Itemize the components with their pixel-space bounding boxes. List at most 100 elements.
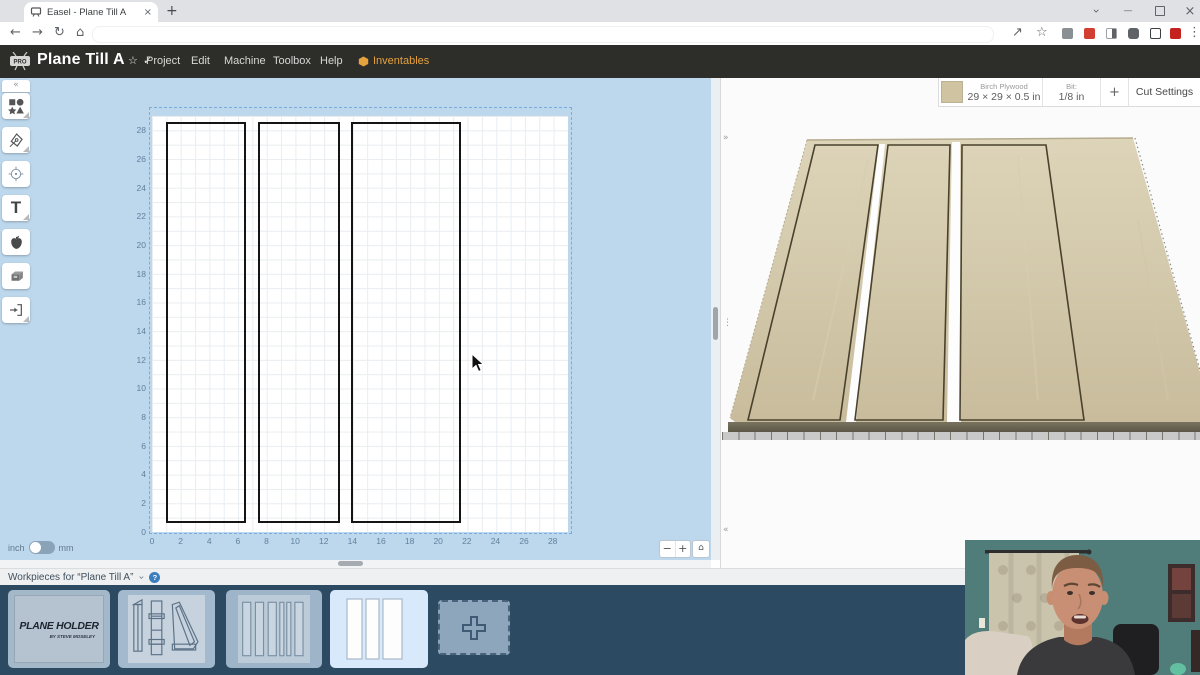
design-rectangle[interactable]: [166, 122, 246, 523]
workpieces-label: Workpieces for “Plane Till A”: [8, 572, 133, 583]
x-tick-label: 6: [230, 536, 246, 546]
x-tick-label: 14: [344, 536, 360, 546]
material-info-button[interactable]: Birch Plywood 29 × 29 × 0.5 in: [939, 78, 1043, 106]
y-tick-label: 2: [128, 498, 146, 508]
text-tool-button[interactable]: T: [2, 195, 30, 221]
extension-icon[interactable]: [1084, 28, 1095, 39]
rectangles-thumbnail: [330, 590, 428, 668]
cover-title: PLANE HOLDER: [19, 620, 98, 632]
apple-icon: [8, 234, 25, 251]
curtain-rod: [985, 550, 1087, 554]
webcam-overlay: [965, 540, 1200, 675]
material-tool-button[interactable]: [2, 263, 30, 289]
x-tick-label: 10: [287, 536, 303, 546]
pen-nib-icon: [8, 132, 24, 148]
workpiece-tile-drawing[interactable]: [118, 590, 215, 668]
window-minimize-icon[interactable]: —: [1114, 0, 1142, 22]
y-tick-label: 8: [128, 412, 146, 422]
bit-button[interactable]: Bit: 1/8 in: [1043, 78, 1101, 106]
zoom-in-button[interactable]: +: [676, 541, 691, 557]
shapes-icon: [7, 97, 25, 115]
shapes-tool-button[interactable]: [2, 93, 30, 119]
window-close-icon[interactable]: ×: [1176, 0, 1200, 22]
add-workpiece-button[interactable]: [438, 600, 510, 655]
plywood-board: [730, 138, 1200, 422]
x-tick-label: 8: [258, 536, 274, 546]
material-settings-bar: Birch Plywood 29 × 29 × 0.5 in Bit: 1/8 …: [938, 78, 1200, 107]
workpiece-tile-current[interactable]: [330, 590, 428, 668]
horizontal-scrollbar[interactable]: [0, 560, 711, 568]
y-tick-label: 14: [128, 326, 146, 336]
y-tick-label: 26: [128, 154, 146, 164]
design-rectangle[interactable]: [258, 122, 340, 523]
easel-app-window: Easel - Plane Till A × + › — × ← → ↻ ⌂ ↗…: [0, 0, 1200, 675]
y-tick-label: 28: [128, 125, 146, 135]
extension-icon[interactable]: [1106, 28, 1117, 39]
preview-3d-board[interactable]: [718, 100, 1200, 422]
material-name: Birch Plywood: [968, 82, 1041, 91]
horizontal-scrollbar-thumb[interactable]: [338, 561, 363, 566]
zoom-controls: − +: [659, 540, 691, 558]
y-tick-label: 4: [128, 469, 146, 479]
puzzle-extension-icon[interactable]: [1128, 28, 1139, 39]
y-tick-label: 16: [128, 297, 146, 307]
x-tick-label: 24: [487, 536, 503, 546]
material-dimensions: 29 × 29 × 0.5 in: [968, 91, 1041, 103]
workpiece-tile-cover[interactable]: PLANE HOLDER BY STEVE MOSELEY: [8, 590, 110, 668]
workpieces-chevron-icon[interactable]: ›: [136, 575, 147, 579]
wall-outlet: [979, 618, 985, 628]
crosshair-icon: [8, 166, 24, 182]
x-tick-label: 26: [516, 536, 532, 546]
y-tick-label: 22: [128, 211, 146, 221]
design-rectangle[interactable]: [351, 122, 461, 523]
x-tick-label: 4: [201, 536, 217, 546]
unit-inch-label: inch: [8, 543, 25, 553]
picture-frame: [1191, 630, 1200, 672]
y-tick-label: 12: [128, 355, 146, 365]
cube-icon: [8, 268, 25, 285]
extension-icon[interactable]: [1150, 28, 1161, 39]
x-tick-label: 2: [173, 536, 189, 546]
extension-icon[interactable]: [1062, 28, 1073, 39]
webcam-feed: [965, 540, 1200, 675]
import-icon: [8, 302, 24, 318]
bookmark-star-icon[interactable]: ☆: [1036, 25, 1048, 40]
y-tick-label: 0: [128, 527, 146, 537]
y-tick-label: 20: [128, 240, 146, 250]
x-tick-label: 20: [430, 536, 446, 546]
share-icon[interactable]: ↗: [1012, 25, 1023, 40]
y-tick-label: 18: [128, 269, 146, 279]
design-canvas[interactable]: 0246810121416182022242628 02468101214161…: [0, 78, 711, 560]
material-swatch: [941, 81, 963, 103]
unit-toggle-switch[interactable]: [29, 541, 55, 554]
y-tick-label: 6: [128, 441, 146, 451]
unit-toggle[interactable]: inch mm: [8, 541, 74, 554]
assembly-drawing-thumbnail: [128, 595, 205, 663]
browser-menu-icon[interactable]: ⋮: [1188, 25, 1200, 40]
pen-tool-button[interactable]: [2, 127, 30, 153]
drill-point-tool-button[interactable]: [2, 161, 30, 187]
y-tick-label: 24: [128, 183, 146, 193]
plus-icon: [461, 615, 487, 641]
strips-thumbnail: [238, 595, 310, 663]
preview-bottom-ruler: [722, 432, 1200, 440]
window-menu-icon[interactable]: ›: [1082, 0, 1110, 22]
x-tick-label: 0: [144, 536, 160, 546]
window-restore-icon[interactable]: [1146, 0, 1174, 22]
help-icon[interactable]: ?: [149, 572, 160, 583]
add-bit-button[interactable]: +: [1101, 78, 1129, 106]
zoom-home-button[interactable]: ⌂: [692, 540, 710, 558]
mouse-cursor: [471, 353, 485, 373]
workpiece-tile-strips[interactable]: [226, 590, 322, 668]
collapse-panel-icon[interactable]: «: [723, 525, 729, 535]
y-axis-ruler: 0246810121416182022242628: [128, 0, 146, 560]
x-tick-label: 12: [316, 536, 332, 546]
extension-icon[interactable]: [1170, 28, 1181, 39]
cut-settings-button[interactable]: Cut Settings: [1129, 78, 1200, 106]
vase: [1170, 663, 1186, 675]
collapse-toolbar-icon[interactable]: «: [2, 80, 30, 92]
zoom-out-button[interactable]: −: [660, 541, 676, 557]
y-tick-label: 10: [128, 383, 146, 393]
apps-tool-button[interactable]: [2, 229, 30, 255]
import-tool-button[interactable]: [2, 297, 30, 323]
